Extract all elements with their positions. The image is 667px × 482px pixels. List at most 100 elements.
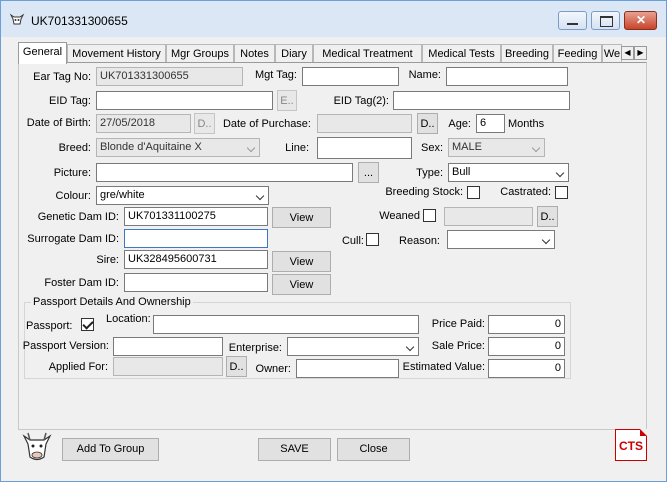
reason-dropdown[interactable]	[447, 230, 555, 249]
applied-for-field[interactable]	[113, 357, 223, 376]
passport-checkbox[interactable]	[81, 318, 94, 331]
location-field[interactable]	[153, 315, 419, 334]
save-button[interactable]: SAVE	[258, 438, 331, 461]
eid-tag-label: EID Tag:	[49, 95, 91, 107]
purchase-date-button[interactable]: D..	[417, 113, 438, 134]
title-bar[interactable]: UK701331300655	[1, 1, 666, 37]
price-paid-label: Price Paid:	[431, 318, 485, 330]
reason-label: Reason:	[399, 235, 440, 247]
colour-dropdown[interactable]: gre/white	[96, 186, 269, 205]
type-dropdown[interactable]: Bull	[448, 163, 569, 182]
eid-read-button[interactable]: E..	[277, 90, 297, 111]
cts-logo: CTS	[615, 429, 647, 461]
age-unit-label: Months	[508, 118, 545, 130]
age-label: Age:	[448, 118, 471, 130]
tab-medical-treatment[interactable]: Medical Treatment	[313, 44, 422, 63]
applied-for-date-button[interactable]: D..	[226, 356, 247, 377]
tab-feeding[interactable]: Feeding	[553, 44, 602, 63]
close-button[interactable]: Close	[337, 438, 410, 461]
passport-label: Passport:	[26, 320, 73, 332]
tab-scroll-right-icon[interactable]: ▶	[634, 46, 647, 60]
tab-medical-tests[interactable]: Medical Tests	[422, 44, 501, 63]
genetic-dam-label: Genetic Dam ID:	[37, 211, 119, 223]
price-paid-field[interactable]: 0	[488, 315, 565, 334]
dob-label: Date of Birth:	[26, 117, 91, 129]
estimated-value-field[interactable]: 0	[488, 359, 565, 378]
tab-weights-partial[interactable]: We	[602, 44, 622, 63]
tab-movement-history[interactable]: Movement History	[67, 44, 166, 63]
passport-version-label: Passport Version:	[22, 340, 109, 352]
castrated-label: Castrated:	[500, 186, 551, 198]
enterprise-dropdown[interactable]	[287, 337, 419, 356]
tab-scroll-left-icon[interactable]: ◀	[621, 46, 634, 60]
name-label: Name:	[408, 69, 441, 81]
add-to-group-button[interactable]: Add To Group	[62, 438, 159, 461]
applied-for-label: Applied For:	[48, 361, 108, 373]
location-label: Location:	[106, 313, 151, 325]
tab-breeding[interactable]: Breeding	[501, 44, 553, 63]
picture-path-field[interactable]	[96, 163, 353, 182]
age-field[interactable]: 6	[476, 114, 505, 133]
weaned-date-field[interactable]	[444, 207, 533, 226]
weaned-date-button[interactable]: D..	[537, 206, 558, 227]
owner-field[interactable]	[296, 359, 399, 378]
foster-dam-label: Foster Dam ID:	[44, 277, 119, 289]
owner-label: Owner:	[255, 363, 291, 375]
window-title: UK701331300655	[31, 14, 128, 28]
client-area: General Movement History Mgr Groups Note…	[8, 37, 660, 475]
breeding-stock-label: Breeding Stock:	[385, 186, 463, 198]
cow-app-icon	[9, 13, 25, 25]
general-tab-panel: Ear Tag No: UK701331300655 Mgt Tag: Name…	[18, 62, 647, 430]
dob-field[interactable]: 27/05/2018	[96, 114, 191, 133]
dob-date-button[interactable]: D..	[194, 113, 215, 134]
foster-dam-field[interactable]	[124, 273, 268, 292]
ear-tag-field[interactable]: UK701331300655	[96, 67, 243, 86]
genetic-dam-view-button[interactable]: View	[272, 207, 331, 228]
maximize-button[interactable]	[591, 11, 620, 30]
sire-view-button[interactable]: View	[272, 251, 331, 272]
picture-label: Picture:	[53, 167, 91, 179]
name-field[interactable]	[446, 67, 568, 86]
sale-price-field[interactable]: 0	[488, 337, 565, 356]
sex-label: Sex:	[420, 142, 443, 154]
type-label: Type:	[416, 167, 443, 179]
eid-tag2-label: EID Tag(2):	[333, 95, 389, 107]
line-field[interactable]	[317, 137, 412, 159]
foster-dam-view-button[interactable]: View	[272, 274, 331, 295]
sex-dropdown[interactable]: MALE	[448, 138, 545, 157]
breed-dropdown[interactable]: Blonde d'Aquitaine X	[96, 138, 260, 157]
tab-general[interactable]: General	[18, 42, 67, 64]
sire-field[interactable]: UK328495600731	[124, 250, 268, 269]
eid-tag-field[interactable]	[96, 91, 273, 110]
breeding-stock-checkbox[interactable]	[467, 186, 480, 199]
mgt-tag-field[interactable]	[302, 67, 399, 86]
estimated-value-label: Estimated Value:	[402, 361, 485, 373]
close-window-button[interactable]	[624, 11, 657, 30]
cow-icon	[22, 432, 52, 461]
eid-tag2-field[interactable]	[393, 91, 570, 110]
weaned-label: Weaned	[379, 210, 420, 222]
weaned-checkbox[interactable]	[423, 209, 436, 222]
cull-label: Cull:	[341, 235, 364, 247]
surrogate-dam-field[interactable]	[124, 229, 268, 248]
cull-checkbox[interactable]	[366, 233, 379, 246]
breed-label: Breed:	[58, 142, 91, 154]
colour-label: Colour:	[55, 190, 91, 202]
tab-notes[interactable]: Notes	[234, 44, 275, 63]
date-of-purchase-field[interactable]	[317, 114, 412, 133]
tab-strip: General Movement History Mgr Groups Note…	[18, 42, 648, 64]
sire-label: Sire:	[96, 254, 119, 266]
enterprise-label: Enterprise:	[228, 342, 282, 354]
mgt-tag-label: Mgt Tag:	[255, 69, 297, 81]
genetic-dam-field[interactable]: UK701331100275	[124, 207, 268, 226]
passport-version-field[interactable]	[113, 337, 223, 356]
surrogate-dam-label: Surrogate Dam ID:	[27, 233, 119, 245]
sale-price-label: Sale Price:	[431, 340, 485, 352]
animal-record-window: UK701331300655 General Movement History …	[0, 0, 667, 482]
picture-browse-button[interactable]: ...	[358, 162, 379, 183]
castrated-checkbox[interactable]	[555, 186, 568, 199]
ear-tag-label: Ear Tag No:	[33, 71, 91, 83]
tab-diary[interactable]: Diary	[275, 44, 313, 63]
tab-mgr-groups[interactable]: Mgr Groups	[166, 44, 234, 63]
minimize-button[interactable]	[558, 11, 587, 30]
